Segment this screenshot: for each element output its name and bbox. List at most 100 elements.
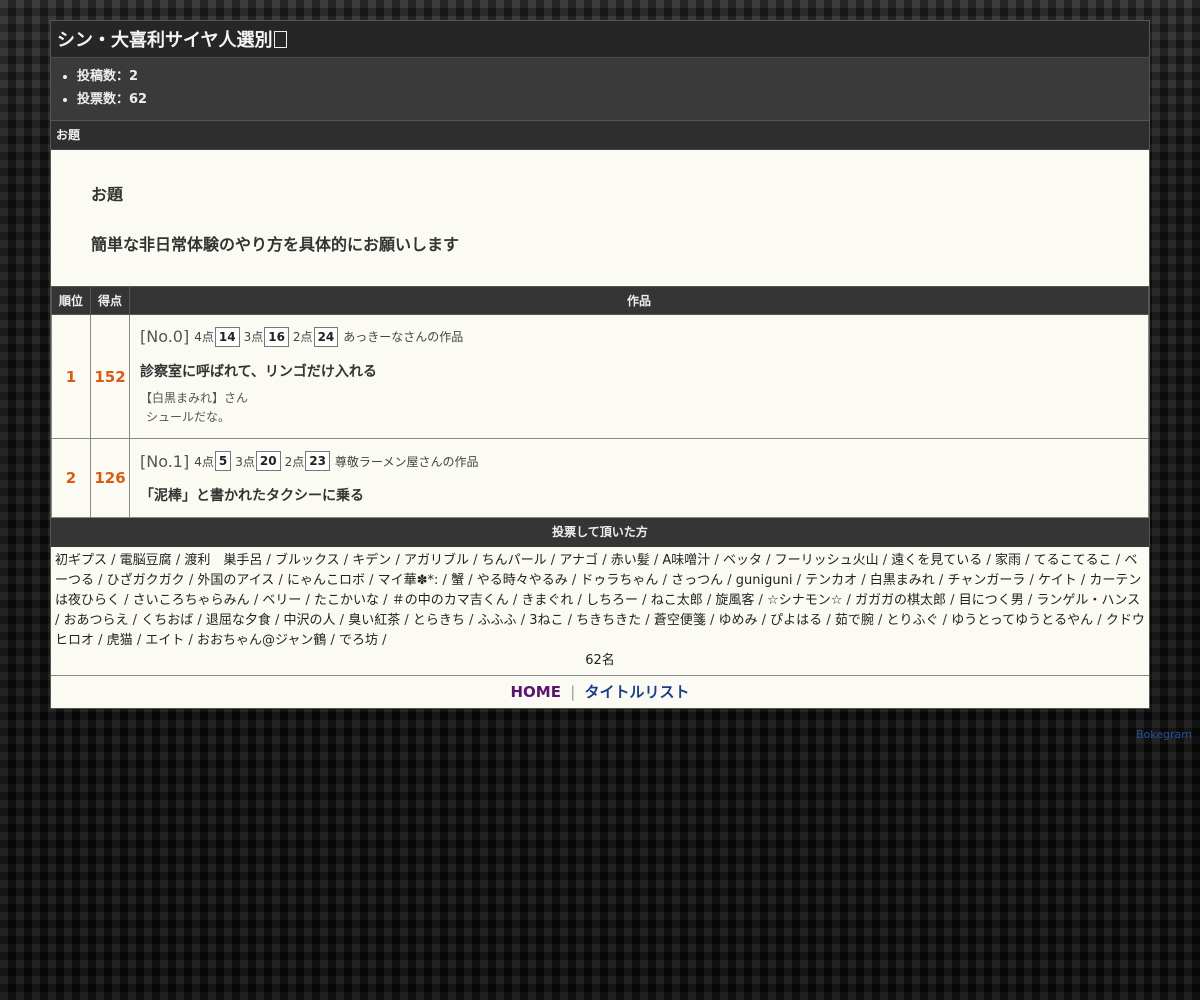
points-4-label: 4点 xyxy=(194,454,214,469)
rank-column-header: 順位 xyxy=(51,286,91,315)
voter-name: きまぐれ xyxy=(521,593,574,608)
voter-separator: / xyxy=(132,633,146,648)
voter-name: ゆめみ xyxy=(718,613,758,628)
voter-separator: / xyxy=(757,613,771,628)
entry-work: [No.1] 4点 5 3点 20 2点 23 尊敬ラーメン屋さんの作品 「泥棒… xyxy=(129,438,1149,518)
voter-separator: / xyxy=(573,593,587,608)
points-3-count: 20 xyxy=(255,451,281,471)
home-link[interactable]: HOME xyxy=(510,683,560,701)
voter-separator: / xyxy=(761,553,775,568)
voter-separator: / xyxy=(438,573,452,588)
voter-name: くちおば xyxy=(141,613,194,628)
voter-name: 渡利 巣手呂 xyxy=(184,553,263,568)
voter-name: 蟹 xyxy=(451,573,465,588)
voter-name: A味噌汁 xyxy=(662,553,711,568)
voter-separator: / xyxy=(55,613,64,628)
voter-separator: / xyxy=(464,573,477,588)
voter-separator: / xyxy=(723,573,736,588)
voter-separator: / xyxy=(364,573,378,588)
voter-separator: / xyxy=(563,613,577,628)
work-column-header: 作品 xyxy=(129,286,1149,315)
voter-separator: / xyxy=(94,573,107,588)
entry-author: あっきーなさんの作品 xyxy=(343,330,464,344)
score-column-header: 得点 xyxy=(90,286,130,315)
voter-name: チャンガーラ xyxy=(947,573,1026,588)
voter-separator: / xyxy=(702,593,716,608)
voter-separator: / xyxy=(107,553,120,568)
vote-count: 投票数：62 xyxy=(77,88,1149,111)
voter-separator: / xyxy=(638,593,651,608)
voter-name: 外国のアイス xyxy=(197,573,275,588)
voter-name: さいころちゃらみん xyxy=(132,593,250,608)
voter-separator: / xyxy=(120,593,133,608)
voter-name: ＃の中のカマ吉くん xyxy=(391,593,509,608)
voter-name: 白黒まみれ xyxy=(869,573,935,588)
voter-name: アナゴ xyxy=(559,553,599,568)
entry-comment: 【白黒まみれ】さん シュールだな。 xyxy=(140,389,1138,427)
voter-name: とりふぐ xyxy=(886,613,939,628)
voter-name: でろ坊 xyxy=(339,633,379,648)
voter-name: 退屈な夕食 xyxy=(205,613,271,628)
voter-name: 目につく男 xyxy=(958,593,1024,608)
voter-name: 電脳豆腐 xyxy=(119,553,172,568)
voter-separator: / xyxy=(326,633,340,648)
theme-panel: お題 簡単な非日常体験のやり方を具体的にお願いします xyxy=(51,150,1149,286)
entry-author: 尊敬ラーメン屋さんの作品 xyxy=(334,454,479,469)
voter-separator: / xyxy=(705,613,719,628)
title-list-link[interactable]: タイトルリスト xyxy=(585,683,690,701)
voter-separator: / xyxy=(378,633,387,648)
page-title-bar: シン・大喜利サイヤ人選別 xyxy=(51,21,1149,58)
bokegram-credit-link[interactable]: Bokegram xyxy=(1136,728,1192,741)
voter-separator: / xyxy=(270,613,284,628)
voter-separator: / xyxy=(184,573,198,588)
entry-title: 診察室に呼ばれて、リンゴだけ入れる xyxy=(140,363,377,380)
voter-name: ベリー xyxy=(262,593,302,608)
voter-name: 虎猫 xyxy=(106,633,133,648)
voter-separator: / xyxy=(710,553,723,568)
voter-separator: / xyxy=(391,553,404,568)
voter-name: ちんパール xyxy=(481,553,547,568)
entry-meta: [No.0] 4点 14 3点 16 2点 24 あっきーなさんの作品 xyxy=(140,326,1138,347)
voter-name: フーリッシュ火山 xyxy=(774,553,879,568)
voter-name: 中沢の人 xyxy=(283,613,336,628)
voter-separator: / xyxy=(754,593,768,608)
voter-separator: / xyxy=(598,553,611,568)
page-title: シン・大喜利サイヤ人選別 xyxy=(57,30,273,51)
voter-separator: / xyxy=(400,613,413,628)
voter-name: ☆シナモン☆ xyxy=(767,593,843,608)
points-2-count: 23 xyxy=(305,451,330,471)
voter-separator: / xyxy=(658,573,672,588)
voter-separator: / xyxy=(1076,573,1090,588)
voter-separator: / xyxy=(1111,553,1125,568)
voter-count: 62名 xyxy=(585,653,615,668)
voter-name: ランゲル・ハンス xyxy=(1036,593,1141,608)
voter-separator: / xyxy=(335,613,349,628)
voter-name: ベッタ xyxy=(722,553,762,568)
stats-panel: 投稿数：2 投票数：62 xyxy=(51,58,1149,121)
voter-separator: / xyxy=(982,553,995,568)
voter-name: おあつらえ xyxy=(63,613,129,628)
voter-separator: / xyxy=(193,613,206,628)
entry-meta: [No.1] 4点 5 3点 20 2点 23 尊敬ラーメン屋さんの作品 xyxy=(140,451,1138,471)
voter-name: たこかいな xyxy=(314,593,380,608)
voter-name: 臭い紅茶 xyxy=(348,613,401,628)
voter-separator: / xyxy=(516,613,530,628)
voter-separator: / xyxy=(567,573,581,588)
entry-work: [No.0] 4点 14 3点 16 2点 24 あっきーなさんの作品 診察室に… xyxy=(129,314,1149,439)
voter-separator: / xyxy=(128,613,142,628)
voter-separator: / xyxy=(468,553,482,568)
theme-label: お題 xyxy=(91,185,124,204)
voter-separator: / xyxy=(1023,593,1037,608)
theme-header: お題 xyxy=(51,121,1149,150)
points-4-count: 5 xyxy=(214,451,232,471)
voter-separator: / xyxy=(857,573,870,588)
voter-separator: / xyxy=(649,553,663,568)
voter-separator: / xyxy=(379,593,392,608)
comment-author: 【白黒まみれ】さん xyxy=(140,390,249,405)
voter-separator: / xyxy=(792,573,806,588)
voter-separator: / xyxy=(508,593,522,608)
nav-divider: | xyxy=(570,683,576,701)
theme-text: 簡単な非日常体験のやり方を具体的にお願いします xyxy=(91,235,460,254)
voter-name: ケイト xyxy=(1037,573,1077,588)
voter-separator: / xyxy=(301,593,315,608)
